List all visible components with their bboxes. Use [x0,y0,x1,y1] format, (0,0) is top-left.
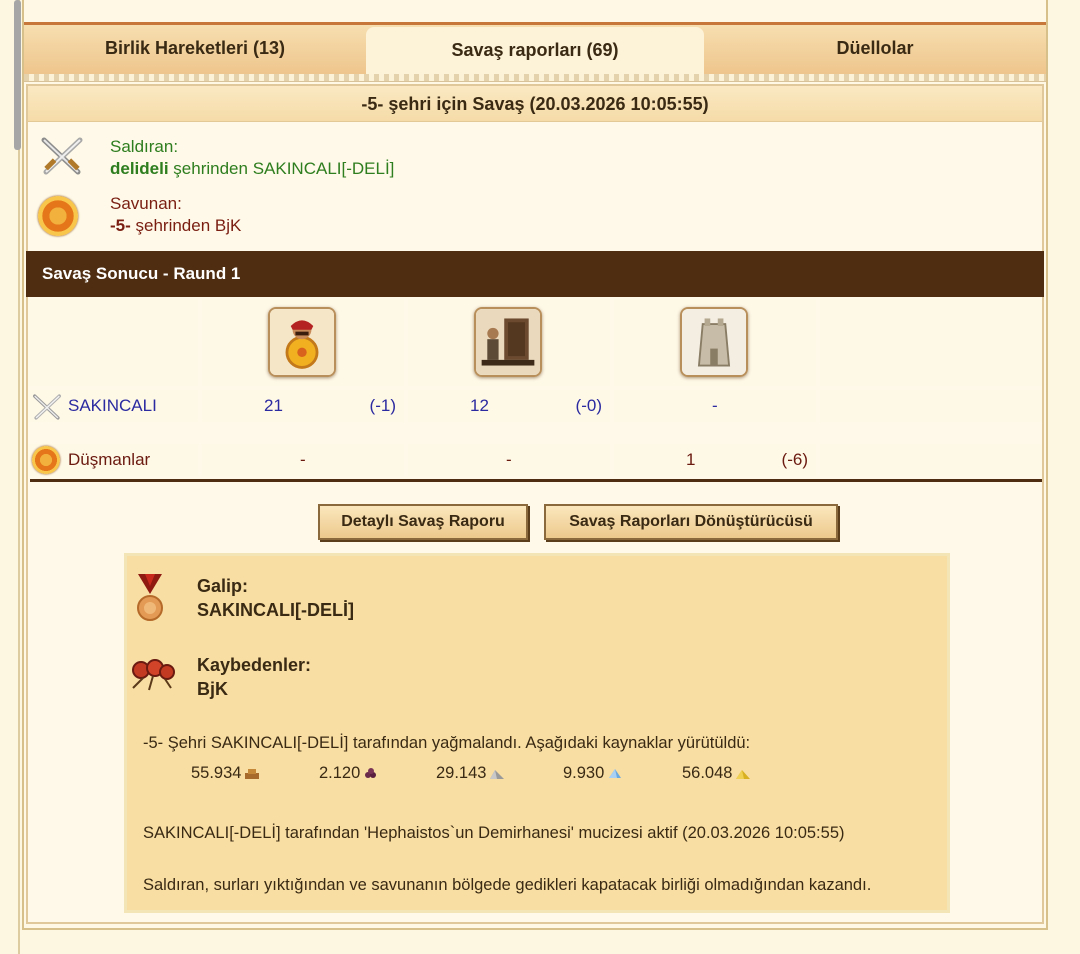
marble-amount: 29.143 [436,764,487,782]
wine-amount: 2.120 [319,764,361,782]
resource-sulfur: 56.048 [682,762,751,784]
winner-name[interactable]: SAKINCALI[-DELİ] [197,598,354,622]
defender-row-label: Düşmanlar [68,450,151,469]
battle-report-window: Birlik Hareketleri (13) Savaş raporları … [22,0,1048,930]
detailed-report-button[interactable]: Detaylı Savaş Raporu [318,504,528,540]
defender-empty-cell [820,444,1042,476]
defender-label: Savunan: [110,194,182,213]
attacker-city-link[interactable]: delideli [110,159,169,178]
report-content: -5- şehri için Savaş (20.03.2026 10:05:5… [26,84,1044,924]
sulfur-amount: 56.048 [682,764,733,782]
resource-marble: 29.143 [436,762,505,784]
defender-unit-3-loss: (-6) [781,450,808,469]
resource-wine: 2.120 [319,762,379,784]
attacker-empty-cell [820,390,1042,422]
defender-unit-2-cell: - [408,444,610,476]
attacker-unit-2-cell: 12 (-0) [408,390,610,422]
sulfur-icon [736,769,751,779]
crystal-amount: 9.930 [563,764,605,782]
attacker-info: Saldıran: delideli şehrinden SAKINCALI[-… [110,136,394,180]
hoplite-unit-icon[interactable] [268,307,336,377]
defender-unit-3-cell: 1 (-6) [614,444,816,476]
catapult-unit-icon[interactable] [474,307,542,377]
crystal-icon [609,768,622,778]
decorative-border [24,74,1046,82]
wood-icon [245,768,260,779]
resource-wood: 55.934 [191,762,260,784]
scroll-thumb[interactable] [14,0,21,150]
attacker-label: Saldıran: [110,137,179,156]
tab-bar: Birlik Hareketleri (13) Savaş raporları … [24,22,1046,77]
wonder-text: SAKINCALI[-DELİ] tarafından 'Hephaistos`… [143,824,845,842]
losers-name[interactable]: BjK [197,677,228,701]
battle-summary: Galip: SAKINCALI[-DELİ] Kaybedenler: BjK… [124,553,950,913]
table-bottom-rule [30,479,1042,482]
row-defender-name: Düşmanlar [28,444,198,476]
winner-label: Galip: [197,576,249,596]
losers-label: Kaybedenler: [197,655,312,675]
scrollbar[interactable] [0,0,22,954]
defeated-soldiers-icon [132,659,175,691]
wine-icon [365,767,377,778]
tab-battle-reports[interactable]: Savaş raporları (69) [366,27,704,77]
attacker-unit-1-count: 21 [264,396,283,415]
defender-player: şehrinden BjK [130,216,242,235]
wood-amount: 55.934 [191,764,242,782]
crossed-swords-icon [33,394,61,420]
battle-result-header: Savaş Sonucu - Raund 1 [26,251,1044,297]
defender-unit-1-count: - [300,450,306,469]
defender-unit-2-count: - [506,450,512,469]
report-title: -5- şehri için Savaş (20.03.2026 10:05:5… [28,86,1042,122]
attacker-unit-1-loss: (-1) [369,396,396,415]
shield-icon [38,196,78,236]
attacker-unit-3-count: - [712,396,718,415]
medal-icon [137,574,163,621]
defender-info: Savunan: -5- şehrinden BjK [110,193,241,237]
attacker-unit-2-loss: (-0) [575,396,602,415]
grid-empty-column [820,299,1042,386]
defender-city-link[interactable]: -5- [110,216,131,235]
unit-column-2 [408,299,610,386]
shield-icon [32,446,60,474]
resource-crystal: 9.930 [563,762,623,784]
attacker-unit-2-count: 12 [470,396,489,415]
attacker-player: şehrinden SAKINCALI[-DELİ] [168,159,395,178]
wall-unit-icon[interactable] [680,307,748,377]
plunder-text: -5- Şehri SAKINCALI[-DELİ] tarafından ya… [143,734,751,752]
tab-duels[interactable]: Düellolar [704,25,1046,74]
report-converter-button[interactable]: Savaş Raporları Dönüştürücüsü [544,504,838,540]
victory-reason-text: Saldıran, surları yıktığından ve savunan… [143,876,872,894]
crossed-swords-icon [41,137,83,175]
attacker-unit-3-cell: - [614,390,816,422]
unit-column-3 [614,299,816,386]
row-attacker-name: SAKINCALI [28,390,198,422]
attacker-row-label[interactable]: SAKINCALI [68,390,157,422]
defender-unit-1-cell: - [202,444,404,476]
unit-column-1 [202,299,404,386]
defender-unit-3-count: 1 [686,450,696,469]
grid-corner [28,299,198,386]
tab-troop-movements[interactable]: Birlik Hareketleri (13) [24,25,366,74]
attacker-unit-1-cell: 21 (-1) [202,390,404,422]
marble-icon [490,769,505,779]
